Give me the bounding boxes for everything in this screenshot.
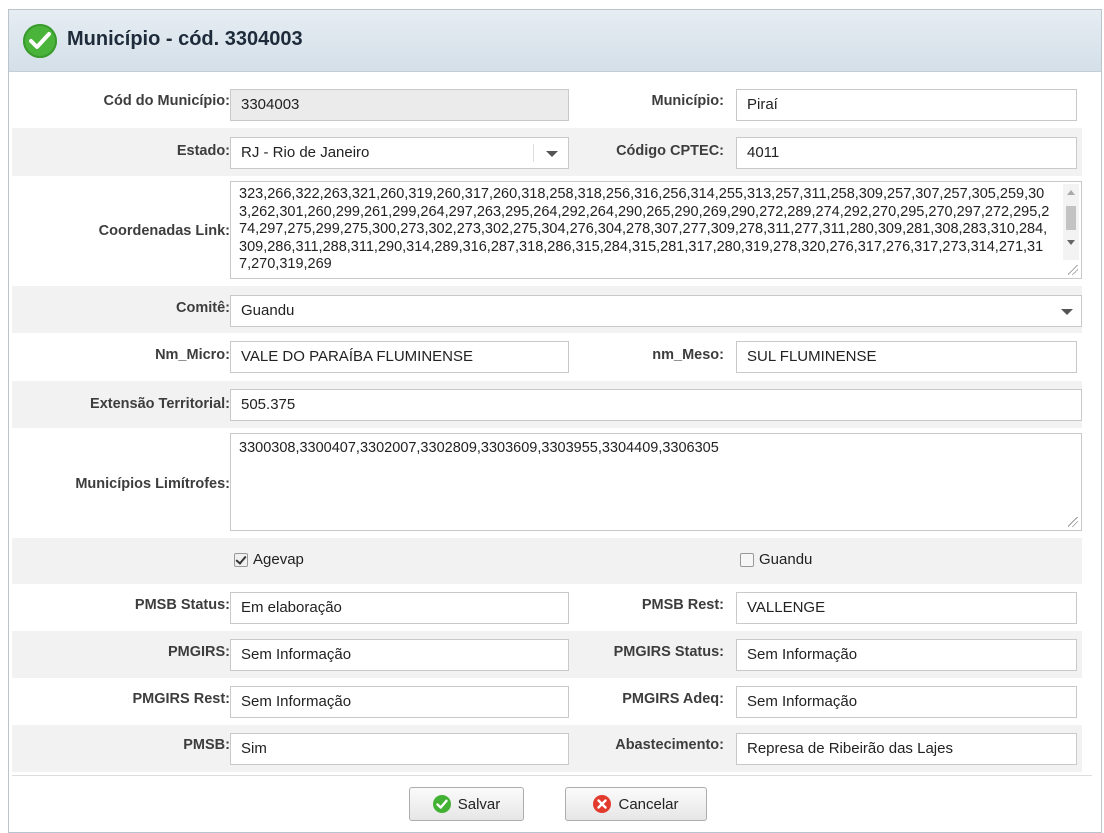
pmgirs-adeq-label: PMGIRS Adeq: <box>622 691 724 707</box>
pmgirs-rest-label: PMGIRS Rest: <box>132 691 231 707</box>
estado-select-value: RJ - Rio de Janeiro <box>241 144 370 161</box>
checkbox-unchecked-icon[interactable] <box>740 552 754 567</box>
extensao-field[interactable]: 505.375 <box>230 389 1082 421</box>
pmsb-rest-field[interactable]: VALLENGE <box>736 592 1077 624</box>
cancel-button[interactable]: Cancelar <box>565 787 707 821</box>
abastecimento-field[interactable]: Represa de Ribeirão das Lajes <box>736 733 1077 765</box>
limitrofes-label: Municípios Limítrofes: <box>75 476 230 492</box>
form-row: PMSB Status: Em elaboração PMSB Rest: VA… <box>12 584 1082 631</box>
scrollbar-thumb[interactable] <box>1066 206 1076 230</box>
dialog-titlebar: Município - cód. 3304003 <box>9 10 1101 72</box>
form-row: Municípios Limítrofes: 3300308,3300407,3… <box>12 428 1082 538</box>
form-row: PMSB: Sim Abastecimento: Represa de Ribe… <box>12 725 1082 772</box>
coordenadas-label: Coordenadas Link: <box>98 223 230 239</box>
check-circle-icon <box>23 24 57 58</box>
scroll-down-icon[interactable] <box>1067 240 1075 245</box>
estado-select[interactable]: RJ - Rio de Janeiro <box>230 137 569 169</box>
form-row: Extensão Territorial: 505.375 <box>12 381 1082 428</box>
pmgirs-adeq-field[interactable]: Sem Informação <box>736 686 1077 718</box>
scroll-up-icon[interactable] <box>1067 190 1075 195</box>
cod-municipio-label: Cód do Município: <box>103 93 230 109</box>
guandu-label: Guandu <box>759 551 813 568</box>
pmsb-label: PMSB: <box>183 737 230 753</box>
estado-label: Estado: <box>176 143 230 159</box>
cancel-circle-icon <box>593 795 612 813</box>
footer-divider <box>12 775 1092 776</box>
agevap-label: Agevap <box>253 551 304 568</box>
comite-select[interactable]: Guandu <box>230 295 1082 327</box>
comite-label: Comitê: <box>176 300 230 316</box>
guandu-checkbox[interactable]: Guandu <box>740 551 812 568</box>
form-row: Estado: RJ - Rio de Janeiro Código CPTEC… <box>12 128 1082 176</box>
abastecimento-label: Abastecimento: <box>615 737 724 753</box>
codigo-cptec-field[interactable]: 4011 <box>736 137 1077 169</box>
pmsb-rest-label: PMSB Rest: <box>641 597 724 613</box>
form-row: Agevap Guandu <box>12 538 1082 584</box>
municipio-label: Município: <box>651 93 725 109</box>
form-row: PMGIRS Rest: Sem Informação PMGIRS Adeq:… <box>12 678 1082 725</box>
pmgirs-status-field[interactable]: Sem Informação <box>736 639 1077 671</box>
agevap-checkbox[interactable]: Agevap <box>234 551 304 568</box>
pmsb-status-field[interactable]: Em elaboração <box>230 592 569 624</box>
pmgirs-field[interactable]: Sem Informação <box>230 639 569 671</box>
form-row: Comitê: Guandu <box>12 286 1082 333</box>
check-circle-icon <box>432 795 451 813</box>
comite-select-value: Guandu <box>241 302 295 319</box>
form-row: Coordenadas Link: 323,266,322,263,321,26… <box>12 176 1082 286</box>
checkbox-checked-icon[interactable] <box>234 552 248 567</box>
save-button[interactable]: Salvar <box>409 787 524 821</box>
cancel-button-label: Cancelar <box>618 795 679 813</box>
municipio-field[interactable]: Piraí <box>736 89 1077 121</box>
form-row: PMGIRS: Sem Informação PMGIRS Status: Se… <box>12 631 1082 678</box>
nm-micro-label: Nm_Micro: <box>155 347 230 363</box>
coordenadas-text: 323,266,322,263,321,260,319,260,317,260,… <box>239 186 1050 272</box>
nm-meso-field[interactable]: SUL FLUMINENSE <box>736 341 1077 373</box>
pmgirs-status-label: PMGIRS Status: <box>613 644 724 660</box>
cod-municipio-field[interactable]: 3304003 <box>230 89 569 121</box>
nm-meso-label: nm_Meso: <box>652 347 724 363</box>
form-row: Cód do Município: 3304003 Município: Pir… <box>12 81 1082 128</box>
save-button-label: Salvar <box>457 795 501 813</box>
chevron-down-icon <box>546 151 558 157</box>
pmgirs-rest-field[interactable]: Sem Informação <box>230 686 569 718</box>
textarea-scrollbar[interactable] <box>1063 184 1079 260</box>
pmsb-status-label: PMSB Status: <box>134 597 230 613</box>
form-row: Nm_Micro: VALE DO PARAÍBA FLUMINENSE nm_… <box>12 333 1082 381</box>
coordenadas-textarea[interactable]: 323,266,322,263,321,260,319,260,317,260,… <box>230 181 1082 279</box>
chevron-down-icon <box>1061 309 1073 315</box>
extensao-label: Extensão Territorial: <box>90 396 230 412</box>
resize-grip-icon[interactable] <box>1068 517 1078 527</box>
codigo-cptec-label: Código CPTEC: <box>616 143 724 159</box>
limitrofes-text: 3300308,3300407,3302007,3302809,3303609,… <box>239 440 719 456</box>
limitrofes-textarea[interactable]: 3300308,3300407,3302007,3302809,3303609,… <box>230 433 1082 531</box>
nm-micro-field[interactable]: VALE DO PARAÍBA FLUMINENSE <box>230 341 569 373</box>
pmsb-field[interactable]: Sim <box>230 733 569 765</box>
resize-grip-icon[interactable] <box>1068 265 1078 275</box>
dialog-title: Município - cód. 3304003 <box>67 28 303 50</box>
pmgirs-label: PMGIRS: <box>167 644 230 660</box>
